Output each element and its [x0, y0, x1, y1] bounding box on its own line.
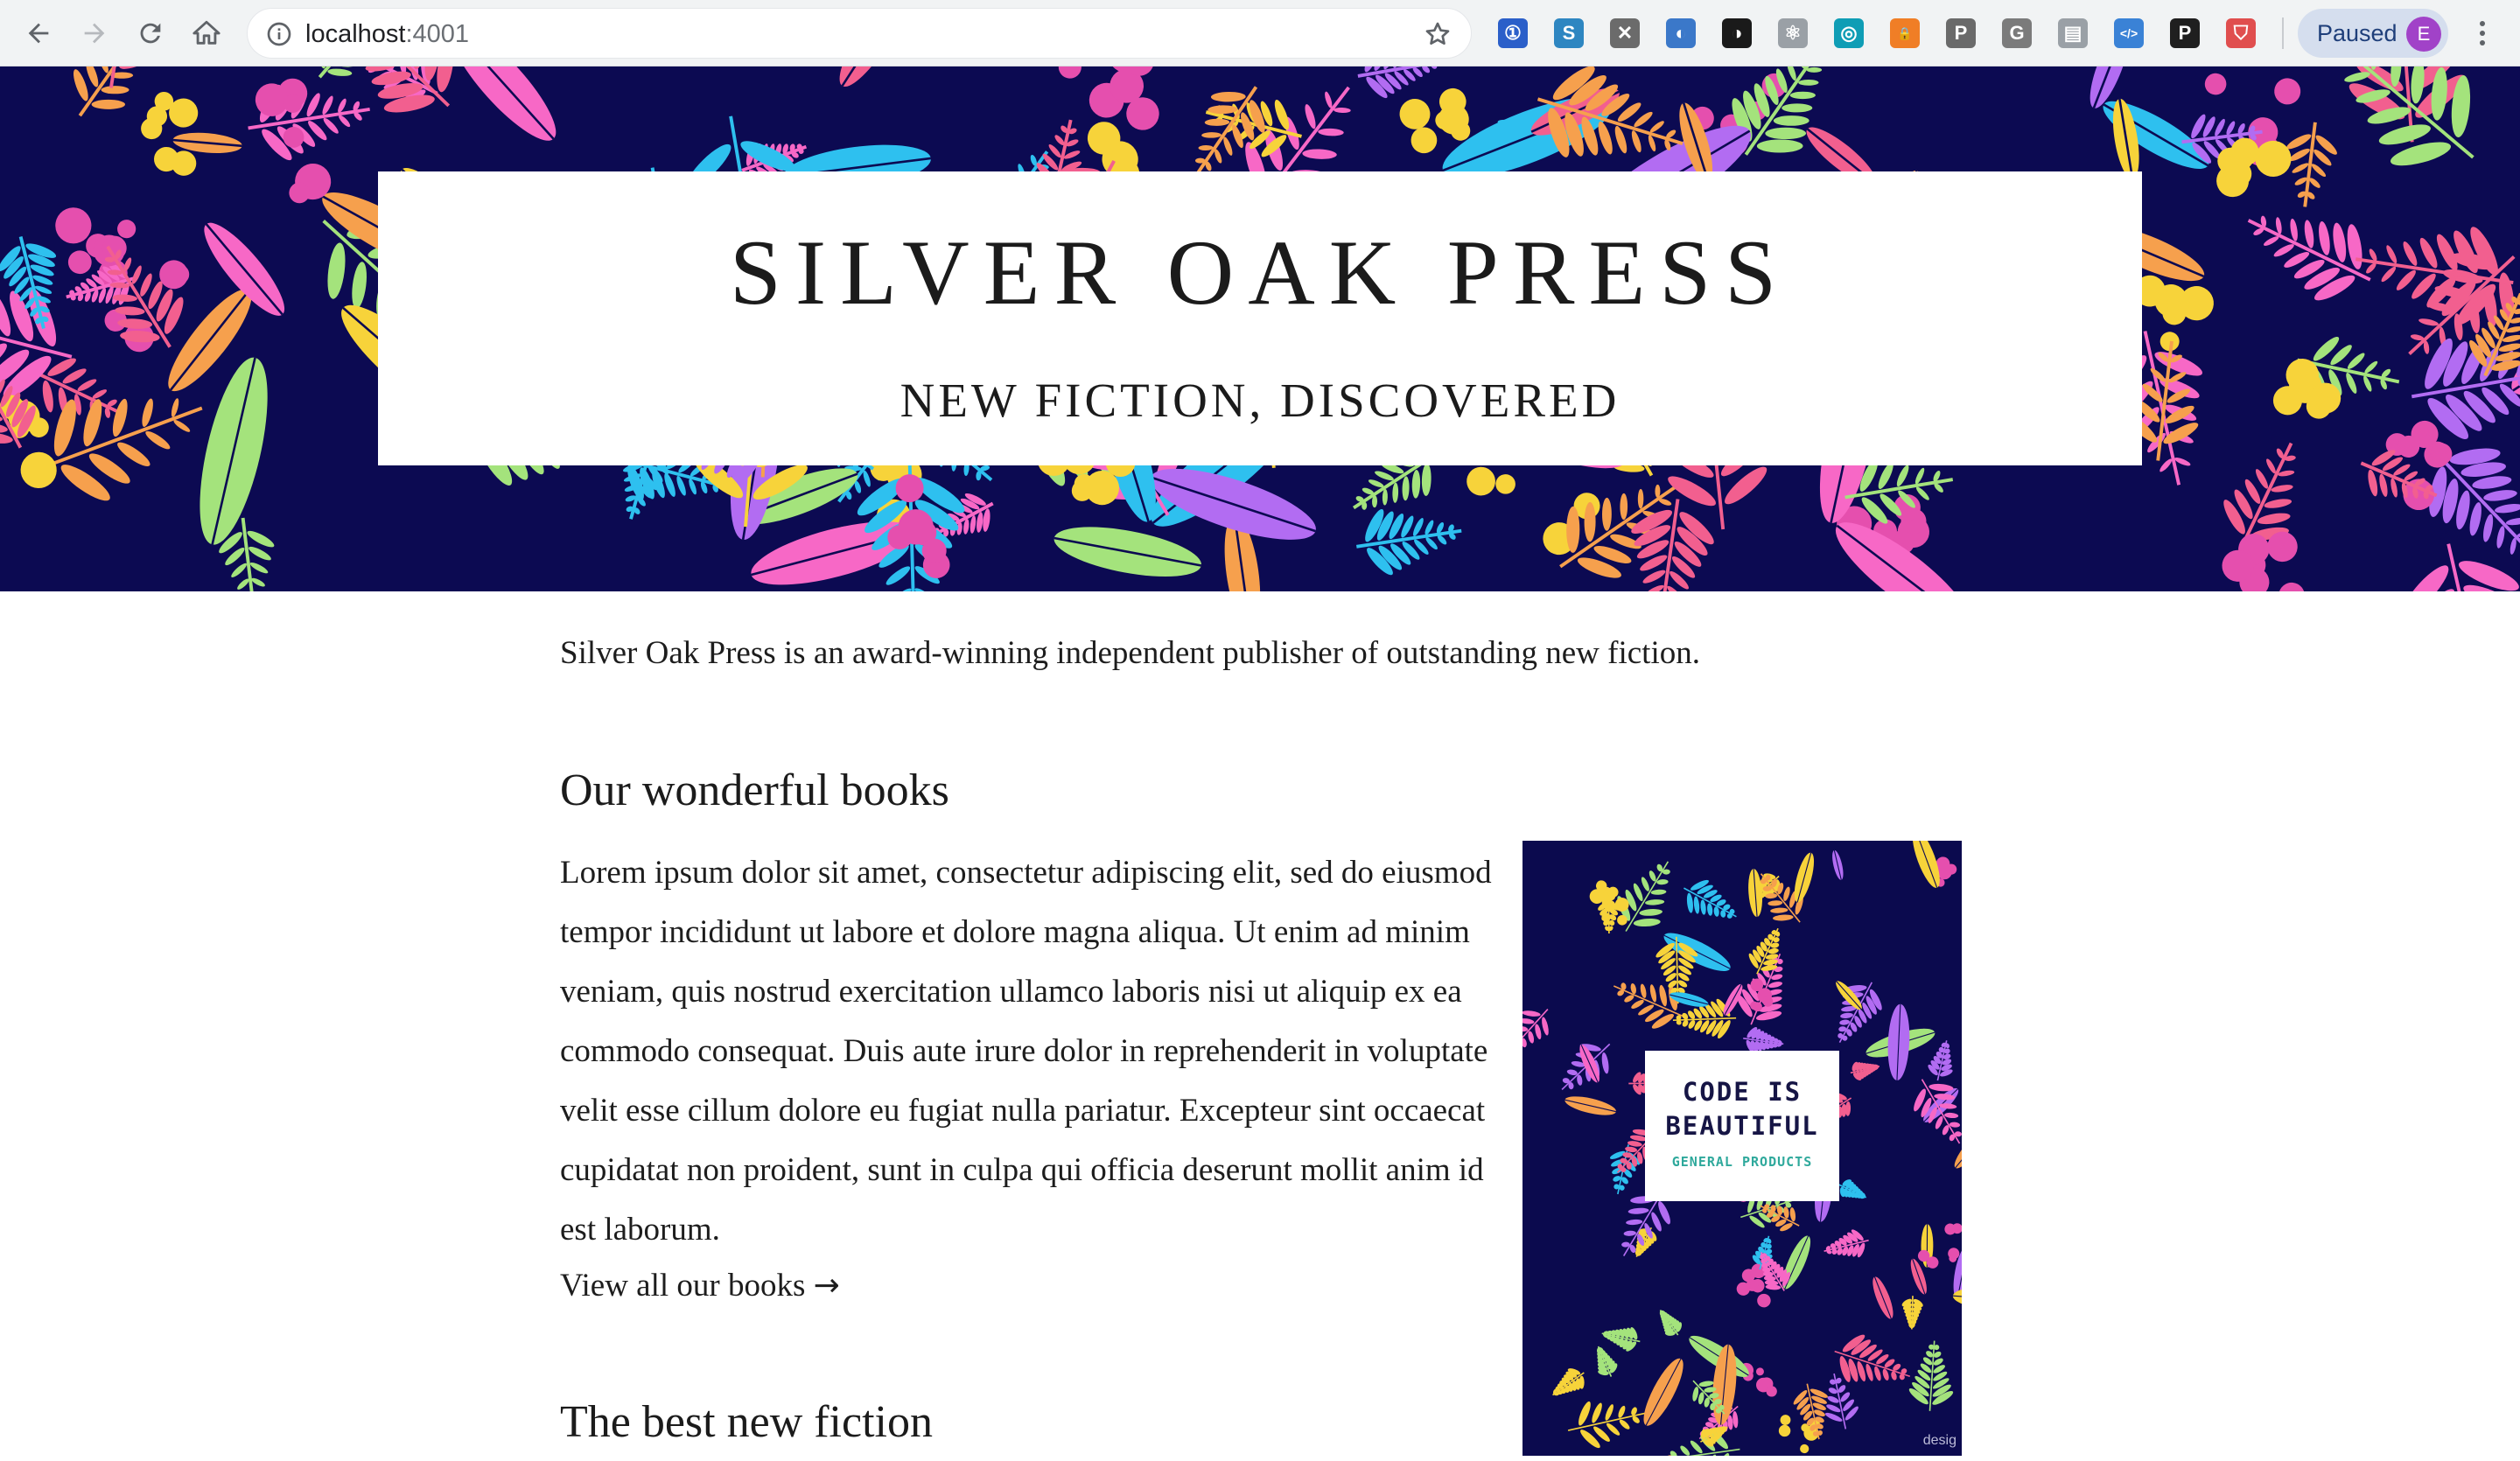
- profile-button[interactable]: Paused E: [2298, 9, 2448, 58]
- back-button[interactable]: [18, 12, 60, 54]
- url-port: :4001: [405, 20, 470, 48]
- leaf-shape: [1601, 1327, 1641, 1352]
- leaf-shape: [1684, 879, 1737, 919]
- avatar: E: [2406, 17, 2441, 52]
- leaf-shape: [248, 84, 370, 161]
- leaf-shape: [1901, 1296, 1923, 1330]
- book-title-line-2: BEAUTIFUL: [1665, 1111, 1819, 1141]
- leaf-shape: [1054, 527, 1202, 577]
- leaf-shape: [1850, 1061, 1880, 1080]
- p-dark-extension-icon[interactable]: P: [2170, 18, 2200, 48]
- book-cover-credit: desig: [1922, 1433, 1956, 1448]
- site-title: SILVER OAK PRESS: [729, 221, 1791, 324]
- leaf-shape: [839, 66, 905, 87]
- book-cover-label: CODE IS BEAUTIFUL GENERAL PRODUCTS: [1645, 1051, 1839, 1201]
- profile-status: Paused: [2317, 20, 2398, 46]
- bookmark-star-icon[interactable]: [1424, 20, 1452, 48]
- book-cover-subtitle: GENERAL PRODUCTS: [1671, 1154, 1813, 1170]
- section-body-paragraph: Lorem ipsum dolor sit amet, consectetur …: [560, 855, 1492, 1248]
- leaf-shape: [2247, 215, 2371, 301]
- swirl-extension-icon[interactable]: ◐: [1666, 18, 1696, 48]
- leaf-shape: [1643, 1358, 1684, 1426]
- view-all-books-link[interactable]: View all our books →: [560, 1256, 840, 1316]
- leaf-shape: [450, 66, 556, 141]
- dark-mode-icon[interactable]: ◑: [1722, 18, 1752, 48]
- browser-toolbar: localhost:4001 ① S ✕ ◐ ◑ ⚛ ◎ 🔒 P G ▤ </> P ⛉ Paused E: [0, 0, 2520, 66]
- reload-icon: [140, 23, 161, 44]
- arrow-right-icon: →: [813, 1268, 840, 1304]
- url-host: localhost: [305, 20, 406, 48]
- leaf-shape: [1356, 508, 1462, 576]
- react-devtools-icon[interactable]: ⚛: [1778, 18, 1808, 48]
- book-title-line-1: CODE IS: [1682, 1077, 1802, 1107]
- hero-title-card: SILVER OAK PRESS NEW FICTION, DISCOVERED: [378, 171, 2142, 465]
- url-text[interactable]: localhost:4001: [305, 19, 469, 49]
- leaf-shape: [1908, 1340, 1954, 1411]
- intro-paragraph: Silver Oak Press is an award-winning ind…: [560, 635, 1700, 671]
- leaf-shape: [200, 357, 268, 545]
- leaf-shape: [1596, 1346, 1618, 1377]
- leaf-shape: [1832, 849, 1844, 880]
- info-icon[interactable]: [265, 20, 293, 48]
- address-bar[interactable]: localhost:4001: [247, 8, 1472, 59]
- onepassword-icon[interactable]: ①: [1498, 18, 1528, 48]
- x-extension-icon[interactable]: ✕: [1610, 18, 1640, 48]
- leaf-shape: [2216, 137, 2292, 198]
- section-heading-books: Our wonderful books: [560, 765, 949, 815]
- home-button[interactable]: [186, 12, 228, 54]
- leaf-shape: [1659, 1310, 1683, 1336]
- view-all-label: View all our books: [560, 1268, 806, 1304]
- leaf-shape: [1552, 1368, 1585, 1396]
- back-arrow-icon: [28, 23, 49, 44]
- home-icon: [192, 20, 220, 45]
- forward-button[interactable]: [74, 12, 116, 54]
- menu-dots-icon[interactable]: [2469, 17, 2496, 49]
- g-extension-icon[interactable]: G: [2002, 18, 2032, 48]
- section-heading-fiction: The best new fiction: [560, 1397, 933, 1447]
- leaf-shape: [339, 66, 454, 113]
- toolbar-divider: [2282, 17, 2284, 49]
- s-extension-icon[interactable]: S: [1554, 18, 1584, 48]
- shield-extension-icon[interactable]: ⛉: [2226, 18, 2256, 48]
- p-extension-icon[interactable]: P: [1946, 18, 1976, 48]
- leaf-shape: [1824, 1229, 1869, 1258]
- leaf-shape: [2103, 101, 2209, 169]
- leaf-shape: [1872, 1276, 1894, 1319]
- lock-extension-icon[interactable]: 🔒: [1890, 18, 1920, 48]
- leaf-shape: [0, 236, 57, 329]
- leaf-shape: [1567, 1401, 1647, 1449]
- leaf-shape: [1748, 869, 1763, 918]
- book-cover-image[interactable]: CODE IS BEAUTIFUL GENERAL PRODUCTS desig: [1522, 841, 1962, 1456]
- leaf-shape: [1928, 1040, 1953, 1081]
- layout-extension-icon[interactable]: ▤: [2058, 18, 2088, 48]
- leaf-shape: [1838, 1179, 1867, 1199]
- reload-button[interactable]: [130, 12, 172, 54]
- hero-banner: SILVER OAK PRESS NEW FICTION, DISCOVERED: [0, 66, 2520, 591]
- leaf-shape: [255, 78, 332, 204]
- book-cover-title: CODE IS BEAUTIFUL: [1645, 1075, 1839, 1143]
- site-tagline: NEW FICTION, DISCOVERED: [900, 374, 1620, 427]
- leaf-shape: [1522, 1009, 1549, 1053]
- target-extension-icon[interactable]: ◎: [1834, 18, 1864, 48]
- leaf-shape: [2272, 358, 2342, 419]
- leaf-shape: [1564, 1096, 1617, 1115]
- code-extension-icon[interactable]: </>: [2114, 18, 2144, 48]
- forward-arrow-icon: [84, 23, 105, 44]
- leaf-shape: [1357, 66, 1442, 99]
- leaf-shape: [1887, 1003, 1910, 1080]
